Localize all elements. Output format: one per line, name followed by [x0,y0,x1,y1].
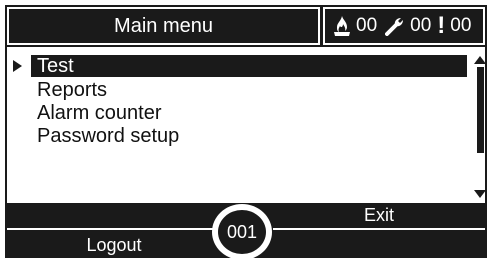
fire-icon [333,15,351,37]
fire-count: 00 [356,15,378,36]
menu-item-password-setup[interactable]: Password setup [31,125,467,147]
triangle-right-icon [13,60,22,72]
warning-count: 00 [450,15,472,36]
exit-button[interactable]: Exit [273,203,485,230]
counter-badge: 001 [212,204,272,260]
logout-button[interactable]: Logout [7,232,221,256]
wrench-icon [385,16,405,36]
main-menu-list: Test Reports Alarm counter Password setu… [7,51,485,201]
triangle-up-icon[interactable] [474,56,485,64]
exclamation-icon: ! [437,12,446,39]
triangle-down-icon[interactable] [474,190,485,198]
softkey-left-upper-blank [7,203,221,230]
menu-item-alarm-counter[interactable]: Alarm counter [31,102,467,124]
menu-item-reports[interactable]: Reports [31,79,467,101]
menu-item-test[interactable]: Test [31,55,467,77]
header-bar: Main menu 00 00 ! 00 [7,7,485,47]
status-counters: 00 00 ! 00 [323,7,485,45]
scrollbar-thumb[interactable] [477,67,484,153]
page-title: Main menu [7,7,320,45]
counter-value: 001 [218,210,266,254]
fault-count: 00 [410,15,432,36]
